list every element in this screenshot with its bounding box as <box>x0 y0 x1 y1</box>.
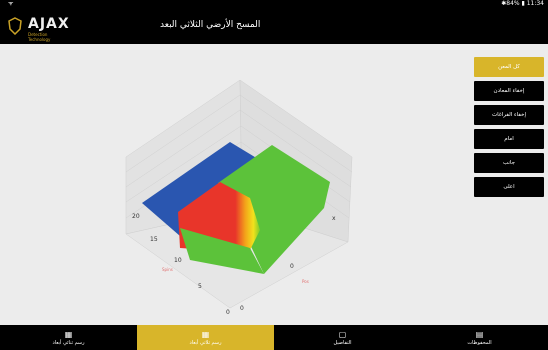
nav-saved[interactable]: ▤ المحفوظات <box>411 325 548 350</box>
grid-icon: ▦ <box>201 329 210 339</box>
y-tick: 10 <box>174 257 182 264</box>
y-tick: 15 <box>150 236 158 243</box>
nav-2d-plot[interactable]: ▦ رسم ثنائي أبعاد <box>0 325 137 350</box>
x-tick: 0 <box>240 305 244 312</box>
grid-icon: ▦ <box>64 329 73 339</box>
nav-details[interactable]: ▢ التفاصيل <box>274 325 411 350</box>
show-all-button[interactable]: كل المعن <box>474 57 544 77</box>
status-bar: ᯤ ✱84% ▮ 11:34 <box>0 0 548 8</box>
hide-metals-button[interactable]: إخفاء المعادن <box>474 81 544 101</box>
y-tick: 0 <box>226 309 230 316</box>
nav-label: التفاصيل <box>333 339 352 346</box>
clipboard-icon: ▢ <box>338 329 347 339</box>
logo-subtext: Detection Technology <box>28 32 51 42</box>
y-tick: 5 <box>198 283 202 290</box>
logo-shield-icon <box>8 17 22 35</box>
axis-label-left: Spins <box>162 267 173 272</box>
front-view-button[interactable]: امام <box>474 129 544 149</box>
x-tick: x <box>332 215 336 222</box>
page-title: المسح الأرضي الثلاثي البعد <box>160 20 261 30</box>
status-info: ✱84% ▮ 11:34 <box>501 0 544 7</box>
wifi-icon: ᯤ <box>8 0 14 7</box>
hide-cavities-button[interactable]: إخفاء الفراغات <box>474 105 544 125</box>
side-view-button[interactable]: جانب <box>474 153 544 173</box>
logo: AJAX Detection Technology <box>8 14 69 42</box>
view-options: كل المعن إخفاء المعادن إخفاء الفراغات ام… <box>474 57 544 201</box>
logo-text: AJAX <box>28 16 70 32</box>
nav-label: رسم ثلاثي أبعاد <box>189 339 222 346</box>
app-bar: AJAX Detection Technology المسح الأرضي ا… <box>0 8 548 44</box>
3d-ground-scan-plot[interactable]: 20 15 10 5 0 x 0 0 Spins Pos <box>100 80 380 320</box>
nav-label: رسم ثنائي أبعاد <box>52 339 85 346</box>
top-view-button[interactable]: اعلى <box>474 177 544 197</box>
nav-label: المحفوظات <box>467 339 492 346</box>
axis-label-right: Pos <box>302 279 309 284</box>
bottom-navigation: ▦ رسم ثنائي أبعاد ▦ رسم ثلاثي أبعاد ▢ ال… <box>0 325 548 350</box>
document-icon: ▤ <box>475 329 484 339</box>
nav-3d-plot[interactable]: ▦ رسم ثلاثي أبعاد <box>137 325 274 350</box>
x-tick: 0 <box>290 263 294 270</box>
y-tick: 20 <box>132 213 140 220</box>
